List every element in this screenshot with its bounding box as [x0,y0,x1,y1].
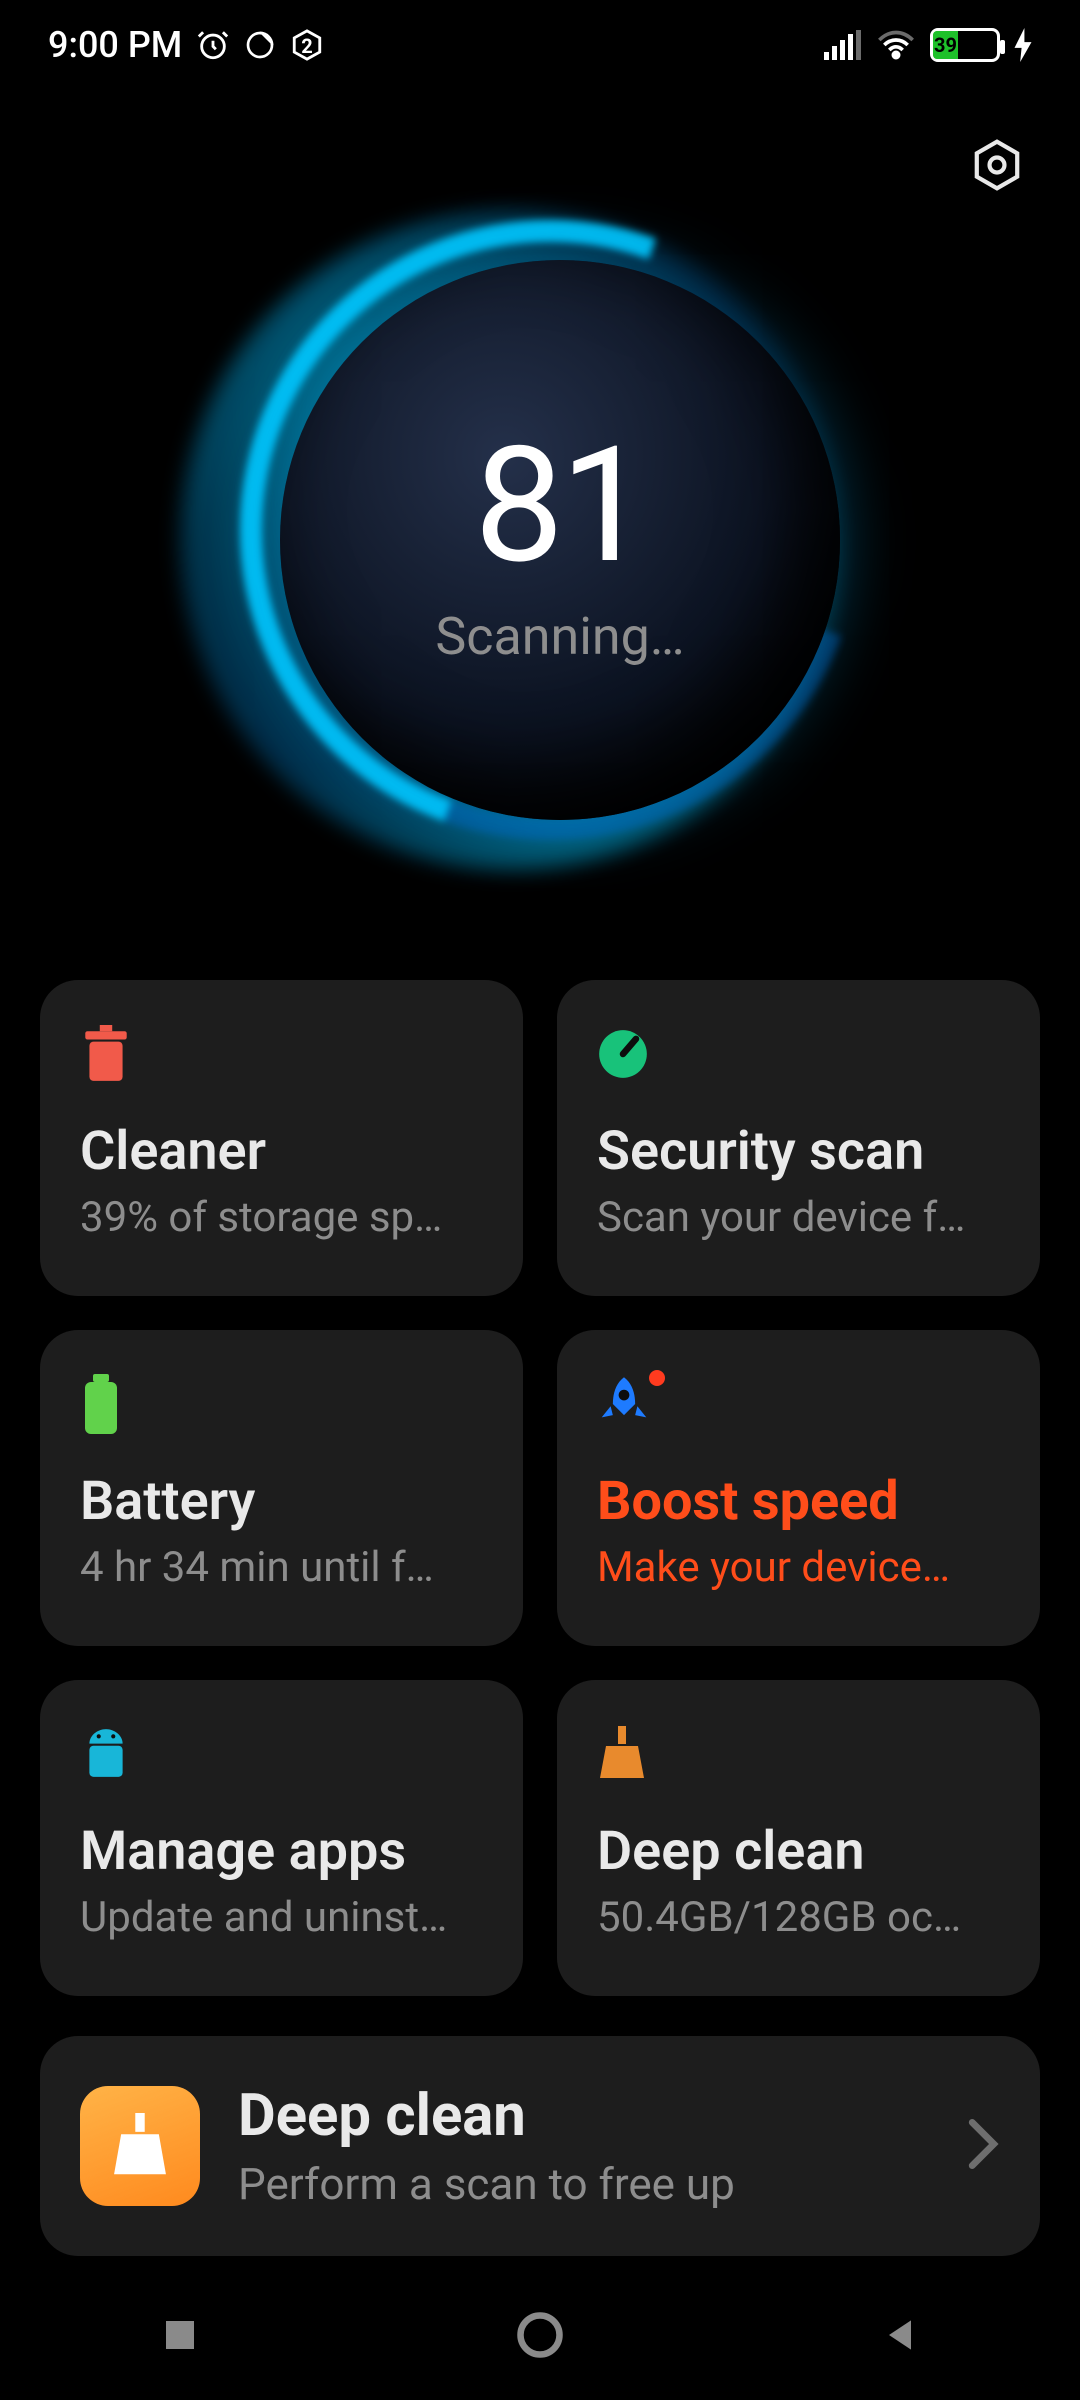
score-orb[interactable]: 81 Scanning… [0,150,1080,930]
wifi-icon [876,30,916,60]
card-security-scan[interactable]: Security scan Scan your device f… [557,980,1040,1296]
battery-percent: 39 [933,31,958,59]
data-saver-icon [244,29,276,61]
battery-icon: 39 [930,28,1000,62]
nav-back-button[interactable] [800,2313,1000,2357]
card-battery[interactable]: Battery 4 hr 34 min until f… [40,1330,523,1646]
status-bar: 9:00 PM 2 39 [0,0,1080,90]
alert-dot-icon [649,1370,665,1386]
trash-icon [80,1022,483,1086]
card-subtitle: Update and uninst… [80,1893,483,1942]
system-nav-bar [0,2270,1080,2400]
sim-number: 2 [301,34,312,58]
card-title: Manage apps [80,1820,483,1883]
card-subtitle: Make your device… [597,1543,1000,1592]
broom-app-icon [80,2086,200,2206]
card-boost-speed[interactable]: Boost speed Make your device… [557,1330,1040,1646]
card-title: Cleaner [80,1120,483,1183]
card-manage-apps[interactable]: Manage apps Update and uninst… [40,1680,523,1996]
nav-recent-button[interactable] [80,2314,280,2356]
card-subtitle: 50.4GB/128GB oc… [597,1893,1000,1942]
card-cleaner[interactable]: Cleaner 39% of storage sp… [40,980,523,1296]
shield-scan-icon [597,1022,1000,1086]
cell-signal-icon [824,30,862,60]
chevron-right-icon [966,2117,1000,2175]
feature-cards-grid: Cleaner 39% of storage sp… Security scan… [40,980,1040,1996]
promo-card-deep-clean[interactable]: Deep clean Perform a scan to free up [40,2036,1040,2256]
promo-title: Deep clean [238,2082,928,2150]
security-status: Scanning… [435,606,684,667]
card-deep-clean[interactable]: Deep clean 50.4GB/128GB oc… [557,1680,1040,1996]
card-subtitle: Scan your device f… [597,1193,1000,1242]
card-title: Boost speed [597,1470,1000,1533]
sim-badge-icon: 2 [290,28,324,62]
battery-icon [80,1372,483,1436]
card-title: Battery [80,1470,483,1533]
card-title: Security scan [597,1120,1000,1183]
status-right: 39 [824,28,1032,62]
status-time: 9:00 PM [48,24,182,66]
broom-icon [597,1722,1000,1786]
card-title: Deep clean [597,1820,1000,1883]
rocket-icon [597,1372,1000,1436]
status-left: 9:00 PM 2 [48,24,324,66]
charging-icon [1014,28,1032,62]
promo-subtitle: Perform a scan to free up [238,2158,928,2210]
card-subtitle: 39% of storage sp… [80,1193,483,1242]
security-score: 81 [474,413,646,600]
alarm-icon [196,28,230,62]
android-icon [80,1722,483,1786]
orb-core: 81 Scanning… [280,260,840,820]
card-subtitle: 4 hr 34 min until f… [80,1543,483,1592]
nav-home-button[interactable] [440,2309,640,2361]
